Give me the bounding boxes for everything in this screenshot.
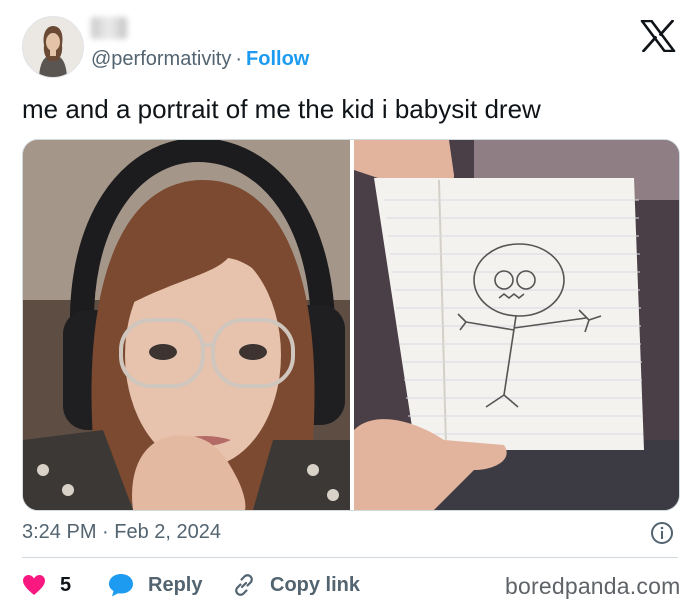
follow-button[interactable]: Follow: [246, 48, 309, 70]
avatar-image: [23, 17, 83, 77]
media-grid[interactable]: [22, 139, 680, 511]
tweet-text: me and a portrait of me the kid i babysi…: [22, 94, 541, 124]
copy-link-button[interactable]: Copy link: [232, 570, 360, 600]
like-button[interactable]: 5: [22, 570, 71, 600]
copy-link-label: Copy link: [270, 573, 361, 596]
notebook-drawing-photo[interactable]: [354, 140, 679, 510]
tweet-card: @performativity · Follow me and a portrait…: [0, 0, 700, 612]
handle-row: @performativity · Follow: [91, 47, 309, 71]
x-logo-icon[interactable]: [640, 20, 676, 52]
user-handle[interactable]: @performativity: [91, 48, 231, 70]
separator-dot: ·: [235, 48, 243, 70]
reply-label: Reply: [148, 573, 203, 596]
divider: [22, 557, 678, 558]
heart-icon: [23, 575, 45, 595]
reply-button[interactable]: Reply: [108, 570, 202, 600]
display-name-blurred: [91, 17, 127, 39]
info-icon[interactable]: [650, 521, 674, 545]
avatar[interactable]: [22, 16, 84, 78]
watermark: boredpanda.com: [505, 573, 681, 599]
like-count: 5: [60, 573, 72, 596]
link-icon: [235, 574, 253, 596]
reply-bubble-icon: [109, 574, 133, 597]
selfie-photo[interactable]: [23, 140, 350, 510]
tweet-timestamp[interactable]: 3:24 PM · Feb 2, 2024: [22, 520, 221, 544]
